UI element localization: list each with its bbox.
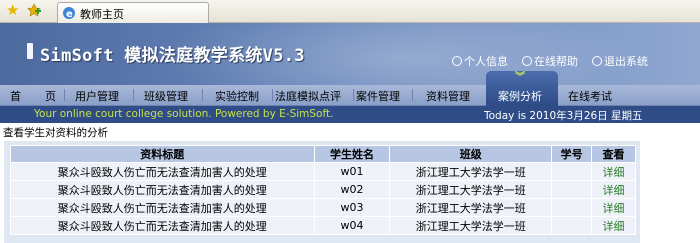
personal-info-label: 个人信息 [464, 55, 508, 68]
ie-page-icon: e [63, 7, 75, 20]
table-header-row: 资料标题 学生姓名 班级 学号 查看 [10, 145, 636, 163]
logo-mark-icon [27, 43, 33, 59]
nav-item-home-1[interactable]: 首 [10, 88, 21, 104]
circle-bullet-icon [522, 56, 532, 66]
student-id-cell [551, 198, 593, 217]
main-nav: 首 页 用户管理 班级管理 实验控制 法庭模拟点评 案件管理 资料管理 在线考试 [0, 85, 700, 106]
nav-item-class-management[interactable]: 班级管理 [144, 88, 188, 104]
nav-item-case-management[interactable]: 案件管理 [356, 88, 400, 104]
table-row: 聚众斗殴致人伤亡而无法查清加害人的处理 w03 浙江理工大学法学一班 详细 [10, 198, 636, 217]
online-help-label: 在线帮助 [534, 55, 578, 68]
header-banner: SimSoft 模拟法庭教学系统V5.3 个人信息 在线帮助 退出系统 [0, 23, 700, 85]
column-header: 查看 [591, 145, 636, 163]
system-title: SimSoft 模拟法庭教学系统V5.3 [40, 46, 305, 66]
personal-info-link[interactable]: 个人信息 [452, 53, 508, 69]
column-header: 班级 [389, 145, 553, 163]
content-panel: 资料标题 学生姓名 班级 学号 查看 聚众斗殴致人伤亡而无法查清加害人的处理 w… [4, 141, 640, 243]
online-help-link[interactable]: 在线帮助 [522, 53, 578, 69]
table-row: 聚众斗殴致人伤亡而无法查清加害人的处理 w02 浙江理工大学法学一班 详细 [10, 180, 636, 199]
today-date: Today is 2010年3月26日 星期五 [484, 110, 643, 122]
student-name-cell: w03 [313, 198, 391, 217]
nav-item-experiment-control[interactable]: 实验控制 [215, 88, 259, 104]
student-name-cell: w02 [313, 180, 391, 199]
column-header: 资料标题 [10, 145, 315, 163]
class-cell: 浙江理工大学法学一班 [389, 180, 553, 199]
class-cell: 浙江理工大学法学一班 [389, 216, 553, 235]
slogan-bar: Your online court college solution. Powe… [0, 106, 700, 123]
add-favorite-icon[interactable] [27, 3, 41, 17]
nav-item-home-2[interactable]: 页 [45, 88, 56, 104]
table-row: 聚众斗殴致人伤亡而无法查清加害人的处理 w04 浙江理工大学法学一班 详细 [10, 216, 636, 235]
detail-link[interactable]: 详细 [591, 198, 636, 217]
nav-separator [272, 89, 273, 101]
student-id-cell [551, 180, 593, 199]
table-row: 聚众斗殴致人伤亡而无法查清加害人的处理 w01 浙江理工大学法学一班 详细 [10, 162, 636, 181]
slogan-text: Your online court college solution. Powe… [34, 108, 334, 120]
page-title: 查看学生对资料的分析 [3, 127, 108, 139]
nav-separator [412, 89, 413, 101]
favorites-star-icon[interactable]: ★ [6, 2, 19, 18]
circle-bullet-icon [452, 56, 462, 66]
student-name-cell: w04 [313, 216, 391, 235]
nav-item-online-exam[interactable]: 在线考试 [568, 88, 612, 104]
column-header: 学号 [551, 145, 593, 163]
double-chevron-down-icon: ︾ [515, 72, 525, 83]
browser-tab[interactable]: e 教师主页 [57, 2, 209, 23]
nav-separator [353, 89, 354, 101]
detail-link[interactable]: 详细 [591, 162, 636, 181]
nav-separator [133, 89, 134, 101]
student-name-cell: w01 [313, 162, 391, 181]
nav-separator [64, 89, 65, 101]
nav-active-label: 案例分析 [498, 90, 542, 103]
student-id-cell [551, 162, 593, 181]
class-cell: 浙江理工大学法学一班 [389, 162, 553, 181]
material-title-cell: 聚众斗殴致人伤亡而无法查清加害人的处理 [10, 162, 315, 181]
detail-link[interactable]: 详细 [591, 180, 636, 199]
logout-label: 退出系统 [604, 55, 648, 68]
column-header: 学生姓名 [313, 145, 391, 163]
browser-toolbar: ★ e 教师主页 [0, 0, 700, 23]
svg-text:e: e [66, 9, 73, 20]
nav-item-material-management[interactable]: 资料管理 [426, 88, 470, 104]
nav-item-user-management[interactable]: 用户管理 [75, 88, 119, 104]
detail-link[interactable]: 详细 [591, 216, 636, 235]
material-title-cell: 聚众斗殴致人伤亡而无法查清加害人的处理 [10, 180, 315, 199]
nav-item-case-analysis[interactable]: ︾ 案例分析 [486, 71, 558, 106]
logout-link[interactable]: 退出系统 [592, 53, 648, 69]
tab-title: 教师主页 [80, 8, 124, 21]
class-cell: 浙江理工大学法学一班 [389, 198, 553, 217]
nav-item-court-review[interactable]: 法庭模拟点评 [275, 88, 341, 104]
student-id-cell [551, 216, 593, 235]
material-title-cell: 聚众斗殴致人伤亡而无法查清加害人的处理 [10, 216, 315, 235]
nav-separator [202, 89, 203, 101]
analysis-table: 资料标题 学生姓名 班级 学号 查看 聚众斗殴致人伤亡而无法查清加害人的处理 w… [10, 145, 636, 235]
material-title-cell: 聚众斗殴致人伤亡而无法查清加害人的处理 [10, 198, 315, 217]
circle-bullet-icon [592, 56, 602, 66]
